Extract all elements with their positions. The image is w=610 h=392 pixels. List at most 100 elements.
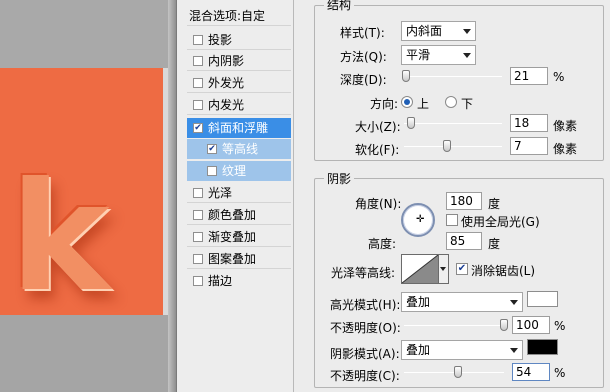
depth-input[interactable]: 21 bbox=[510, 67, 548, 85]
satin-checkbox[interactable] bbox=[193, 188, 203, 198]
satin-label: 光泽 bbox=[208, 186, 233, 200]
antialias-checkbox[interactable]: ✔ bbox=[456, 263, 468, 275]
size-slider-track[interactable] bbox=[404, 123, 502, 124]
shadow-opacity-input[interactable]: 54 bbox=[512, 363, 550, 381]
style-select-value: 内斜面 bbox=[406, 24, 443, 38]
altitude-label: 高度: bbox=[368, 237, 397, 251]
gloss-contour-label: 光泽等高线: bbox=[331, 266, 396, 280]
blending-options-item[interactable]: 混合选项:自定 bbox=[187, 6, 291, 26]
style-item-color-overlay[interactable]: 颜色叠加 bbox=[187, 205, 291, 225]
contour-label: 等高线 bbox=[222, 142, 259, 156]
embossed-letter-k: k bbox=[10, 151, 110, 325]
altitude-unit: 度 bbox=[488, 237, 501, 251]
highlight-opacity-input[interactable]: 100 bbox=[512, 316, 550, 334]
angle-dial[interactable]: ✛ bbox=[401, 203, 435, 237]
contour-checkbox[interactable]: ✔ bbox=[207, 144, 217, 154]
color-overlay-label: 颜色叠加 bbox=[208, 208, 257, 222]
highlight-opacity-thumb[interactable] bbox=[500, 319, 508, 331]
blending-options-label: 混合选项:自定 bbox=[189, 9, 266, 23]
soften-input[interactable]: 7 bbox=[510, 137, 548, 155]
style-item-contour[interactable]: ✔ 等高线 bbox=[187, 139, 291, 159]
depth-label: 深度(D): bbox=[340, 73, 387, 87]
highlight-mode-label: 高光模式(H): bbox=[330, 298, 401, 312]
depth-slider-track[interactable] bbox=[404, 76, 502, 77]
highlight-color-swatch[interactable] bbox=[527, 291, 558, 307]
dialog-left-edge bbox=[168, 0, 176, 392]
pattern-overlay-label: 图案叠加 bbox=[208, 252, 257, 266]
altitude-input[interactable]: 85 bbox=[446, 232, 482, 250]
depth-slider-thumb[interactable] bbox=[401, 70, 410, 82]
style-item-pattern-overlay[interactable]: 图案叠加 bbox=[187, 249, 291, 269]
inner-glow-label: 内发光 bbox=[208, 98, 245, 112]
direction-down-radio[interactable] bbox=[445, 96, 457, 108]
chevron-down-icon bbox=[440, 267, 446, 271]
style-item-gradient-overlay[interactable]: 渐变叠加 bbox=[187, 227, 291, 247]
drop-shadow-label: 投影 bbox=[208, 33, 233, 47]
depth-value: 21 bbox=[514, 69, 530, 83]
inner-glow-checkbox[interactable] bbox=[193, 100, 203, 110]
size-input[interactable]: 18 bbox=[510, 114, 548, 132]
direction-down-label: 下 bbox=[461, 97, 474, 111]
texture-checkbox[interactable] bbox=[207, 166, 217, 176]
bevel-emboss-checkbox[interactable]: ✔ bbox=[193, 123, 203, 133]
inner-shadow-checkbox[interactable] bbox=[193, 56, 203, 66]
style-item-inner-glow[interactable]: 内发光 bbox=[187, 95, 291, 115]
technique-select-value: 平滑 bbox=[406, 48, 431, 62]
gloss-contour-preview[interactable] bbox=[401, 254, 439, 284]
angle-input[interactable]: 180 bbox=[446, 192, 482, 210]
soften-slider-thumb[interactable] bbox=[443, 140, 452, 152]
style-select[interactable]: 内斜面 bbox=[401, 21, 476, 41]
shadow-opacity-label: 不透明度(C): bbox=[330, 369, 400, 383]
shading-title: 阴影 bbox=[324, 170, 355, 187]
document-canvas: k bbox=[0, 68, 163, 315]
highlight-mode-select[interactable]: 叠加 bbox=[401, 292, 523, 312]
pattern-overlay-checkbox[interactable] bbox=[193, 254, 203, 264]
style-item-inner-shadow[interactable]: 内阴影 bbox=[187, 51, 291, 71]
highlight-opacity-track[interactable] bbox=[404, 325, 504, 326]
stroke-checkbox[interactable] bbox=[193, 276, 203, 286]
shadow-mode-value: 叠加 bbox=[406, 343, 431, 357]
size-value: 18 bbox=[514, 116, 530, 130]
shadow-opacity-unit: % bbox=[554, 366, 566, 380]
style-label: 样式(T): bbox=[340, 26, 385, 40]
chevron-down-icon bbox=[510, 300, 518, 305]
direction-label: 方向: bbox=[370, 97, 399, 111]
highlight-opacity-unit: % bbox=[554, 319, 566, 333]
drop-shadow-checkbox[interactable] bbox=[193, 35, 203, 45]
structure-title: 结构 bbox=[324, 0, 355, 13]
shadow-mode-select[interactable]: 叠加 bbox=[401, 340, 523, 360]
size-slider-thumb[interactable] bbox=[406, 117, 415, 129]
shadow-opacity-thumb[interactable] bbox=[454, 366, 462, 378]
shadow-color-swatch[interactable] bbox=[527, 339, 558, 355]
gradient-overlay-checkbox[interactable] bbox=[193, 232, 203, 242]
contour-curve-icon bbox=[401, 254, 439, 284]
angle-label: 角度(N): bbox=[355, 197, 402, 211]
style-item-satin[interactable]: 光泽 bbox=[187, 183, 291, 203]
layer-styles-list: 混合选项:自定 投影 内阴影 外发光 内发光 ✔ 斜面和浮雕 ✔ 等高线 纹理 … bbox=[176, 0, 294, 392]
angle-unit: 度 bbox=[488, 197, 501, 211]
technique-select[interactable]: 平滑 bbox=[401, 45, 476, 65]
gloss-contour-dropdown[interactable] bbox=[439, 254, 449, 284]
global-light-checkbox[interactable] bbox=[446, 214, 458, 226]
color-overlay-checkbox[interactable] bbox=[193, 210, 203, 220]
style-item-drop-shadow[interactable]: 投影 bbox=[187, 30, 291, 50]
direction-up-radio[interactable] bbox=[401, 96, 413, 108]
chevron-down-icon bbox=[510, 348, 518, 353]
outer-glow-checkbox[interactable] bbox=[193, 78, 203, 88]
size-label: 大小(Z): bbox=[355, 120, 401, 134]
style-item-texture[interactable]: 纹理 bbox=[187, 161, 291, 181]
style-item-stroke[interactable]: 描边 bbox=[187, 271, 291, 291]
shadow-mode-label: 阴影模式(A): bbox=[330, 347, 400, 361]
chevron-down-icon bbox=[463, 29, 471, 34]
style-item-bevel-emboss[interactable]: ✔ 斜面和浮雕 bbox=[187, 118, 291, 138]
style-item-outer-glow[interactable]: 外发光 bbox=[187, 73, 291, 93]
size-unit: 像素 bbox=[553, 119, 578, 133]
highlight-opacity-label: 不透明度(O): bbox=[330, 321, 401, 335]
technique-label: 方法(Q): bbox=[340, 50, 387, 64]
bevel-emboss-settings: 结构 样式(T): 内斜面 方法(Q): 平滑 深度(D): 21 % 方向: … bbox=[294, 0, 610, 392]
soften-label: 软化(F): bbox=[355, 143, 400, 157]
shadow-opacity-value: 54 bbox=[516, 365, 532, 379]
altitude-value: 85 bbox=[450, 234, 466, 248]
soften-slider-track[interactable] bbox=[404, 146, 502, 147]
chevron-down-icon bbox=[463, 53, 471, 58]
